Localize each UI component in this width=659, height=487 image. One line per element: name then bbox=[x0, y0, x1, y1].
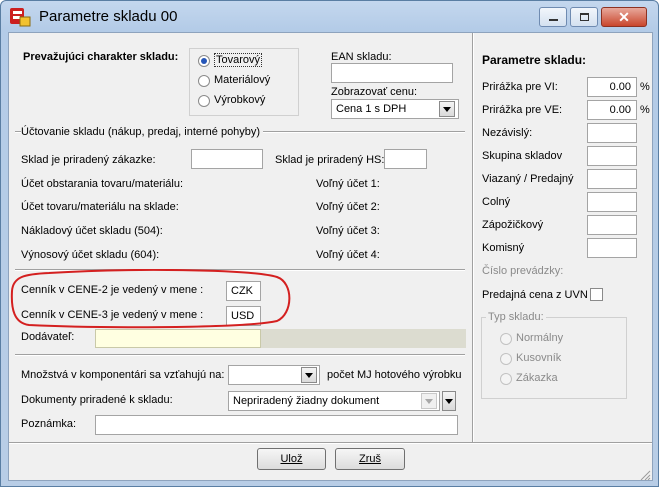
nezavisly-label: Nezávislý: bbox=[482, 127, 533, 139]
radio-tovarovy[interactable] bbox=[198, 55, 210, 67]
radio-kusovnik-label[interactable]: Kusovník bbox=[516, 352, 561, 364]
save-button-label: Ulož bbox=[280, 453, 303, 465]
dokumenty-value: Nepriradený žiadny dokument bbox=[233, 395, 380, 407]
chevron-down-icon bbox=[445, 398, 453, 404]
predajna-cena-checkbox[interactable] bbox=[590, 288, 603, 301]
komisny-label: Komisný bbox=[482, 242, 525, 254]
save-button[interactable]: Ulož bbox=[257, 448, 326, 470]
app-icon bbox=[10, 8, 31, 27]
radio-zakazka-label[interactable]: Zákazka bbox=[516, 372, 558, 384]
prirazka-vi-label: Prirážka pre VI: bbox=[482, 81, 558, 93]
close-icon: ✕ bbox=[618, 8, 630, 25]
komisny-input[interactable] bbox=[587, 238, 637, 258]
dialog-window: Parametre skladu 00 ✕ Prevažujúci charak… bbox=[0, 0, 659, 487]
ean-label: EAN skladu: bbox=[331, 51, 392, 63]
radio-normalny[interactable] bbox=[500, 333, 512, 345]
zobrazovat-dropdown-button[interactable] bbox=[439, 101, 455, 117]
dokumenty-dropdown-button[interactable] bbox=[421, 393, 437, 409]
prirazka-ve-input[interactable]: 0.00 bbox=[587, 100, 637, 120]
dodavatel-name-display bbox=[261, 329, 466, 348]
dialog-body: Prevažujúci charakter skladu: Tovarový M… bbox=[8, 32, 653, 481]
nakladovy-ucet-label: Nákladový účet skladu (504): bbox=[21, 225, 163, 237]
volny-ucet-1-label: Voľný účet 1: bbox=[316, 178, 380, 190]
sklad-zakazke-input[interactable] bbox=[191, 149, 263, 169]
typ-skladu-label: Typ skladu: bbox=[486, 311, 546, 323]
viazany-input[interactable] bbox=[587, 169, 637, 189]
radio-materialovy-label[interactable]: Materiálový bbox=[214, 74, 270, 86]
volny-ucet-2-label: Voľný účet 2: bbox=[316, 201, 380, 213]
dokumenty-label: Dokumenty priradené k skladu: bbox=[21, 394, 173, 406]
ucet-obstarania-label: Účet obstarania tovaru/materiálu: bbox=[21, 178, 184, 190]
radio-tovarovy-label[interactable]: Tovarový bbox=[214, 53, 263, 67]
radio-vyrobkovy[interactable] bbox=[198, 95, 210, 107]
skupina-label: Skupina skladov bbox=[482, 150, 563, 162]
bottom-separator bbox=[9, 442, 652, 444]
skupina-input[interactable] bbox=[587, 146, 637, 166]
chevron-down-icon bbox=[425, 398, 433, 404]
poznamka-input[interactable] bbox=[95, 415, 458, 435]
cancel-button-label: Zruš bbox=[359, 453, 381, 465]
sklad-hs-label: Sklad je priradený HS: bbox=[275, 154, 385, 166]
highlight-annotation bbox=[10, 269, 291, 329]
dodavatel-input[interactable] bbox=[95, 329, 261, 348]
radio-normalny-label[interactable]: Normálny bbox=[516, 332, 563, 344]
sklad-hs-input[interactable] bbox=[384, 149, 427, 169]
colny-input[interactable] bbox=[587, 192, 637, 212]
character-label: Prevažujúci charakter skladu: bbox=[23, 51, 179, 63]
dodavatel-label: Dodávateľ: bbox=[21, 331, 75, 343]
radio-zakazka[interactable] bbox=[500, 373, 512, 385]
chevron-down-icon bbox=[443, 106, 451, 112]
radio-vyrobkovy-label[interactable]: Výrobkový bbox=[214, 94, 265, 106]
radio-kusovnik[interactable] bbox=[500, 353, 512, 365]
zobrazovat-value: Cena 1 s DPH bbox=[336, 103, 407, 115]
pocet-label: počet MJ hotového výrobku bbox=[327, 369, 462, 381]
uctovanie-header: Účtovanie skladu (nákup, predaj, interné… bbox=[21, 126, 264, 138]
volny-ucet-3-label: Voľný účet 3: bbox=[316, 225, 380, 237]
volny-ucet-4-label: Voľný účet 4: bbox=[316, 249, 380, 261]
ean-input[interactable] bbox=[331, 63, 453, 83]
minimize-button[interactable] bbox=[539, 7, 567, 27]
nezavisly-input[interactable] bbox=[587, 123, 637, 143]
cislo-prevadzky-label: Číslo prevádzky: bbox=[482, 265, 564, 277]
komponenty-separator bbox=[15, 354, 465, 356]
chevron-down-icon bbox=[305, 372, 313, 378]
cancel-button[interactable]: Zruš bbox=[335, 448, 405, 470]
ucet-tovaru-label: Účet tovaru/materiálu na sklade: bbox=[21, 201, 179, 213]
zobrazovat-label: Zobrazovať cenu: bbox=[331, 86, 418, 98]
mnozstva-label: Množstvá v komponentári sa vzťahujú na: bbox=[21, 369, 225, 381]
prirazka-vi-input[interactable]: 0.00 bbox=[587, 77, 637, 97]
prirazka-ve-label: Prirážka pre VE: bbox=[482, 104, 563, 116]
vynosovy-ucet-label: Výnosový účet skladu (604): bbox=[21, 249, 160, 261]
title-bar[interactable]: Parametre skladu 00 ✕ bbox=[1, 1, 658, 31]
zapozickovy-label: Zápožičkový bbox=[482, 219, 544, 231]
vertical-divider bbox=[472, 33, 474, 442]
close-button[interactable]: ✕ bbox=[601, 7, 647, 27]
maximize-icon bbox=[579, 13, 589, 21]
zapozickovy-input[interactable] bbox=[587, 215, 637, 235]
parametre-header: Parametre skladu: bbox=[482, 53, 587, 67]
viazany-label: Viazaný / Predajný bbox=[482, 173, 574, 185]
sklad-zakazke-label: Sklad je priradený zákazke: bbox=[21, 154, 156, 166]
window-title: Parametre skladu 00 bbox=[39, 8, 178, 25]
mnozstva-dropdown-button[interactable] bbox=[301, 367, 317, 383]
radio-tovarovy-text: Tovarový bbox=[214, 53, 263, 67]
percent-vi: % bbox=[640, 81, 650, 93]
maximize-button[interactable] bbox=[570, 7, 598, 27]
percent-ve: % bbox=[640, 104, 650, 116]
dokumenty-extra-dropdown[interactable] bbox=[442, 391, 456, 411]
minimize-icon bbox=[548, 19, 558, 21]
radio-materialovy[interactable] bbox=[198, 75, 210, 87]
resize-grip-icon[interactable] bbox=[639, 469, 651, 481]
dokumenty-select[interactable]: Nepriradený žiadny dokument bbox=[228, 391, 440, 411]
poznamka-label: Poznámka: bbox=[21, 418, 77, 430]
colny-label: Colný bbox=[482, 196, 511, 208]
predajna-cena-label: Predajná cena z UVN bbox=[482, 289, 588, 301]
